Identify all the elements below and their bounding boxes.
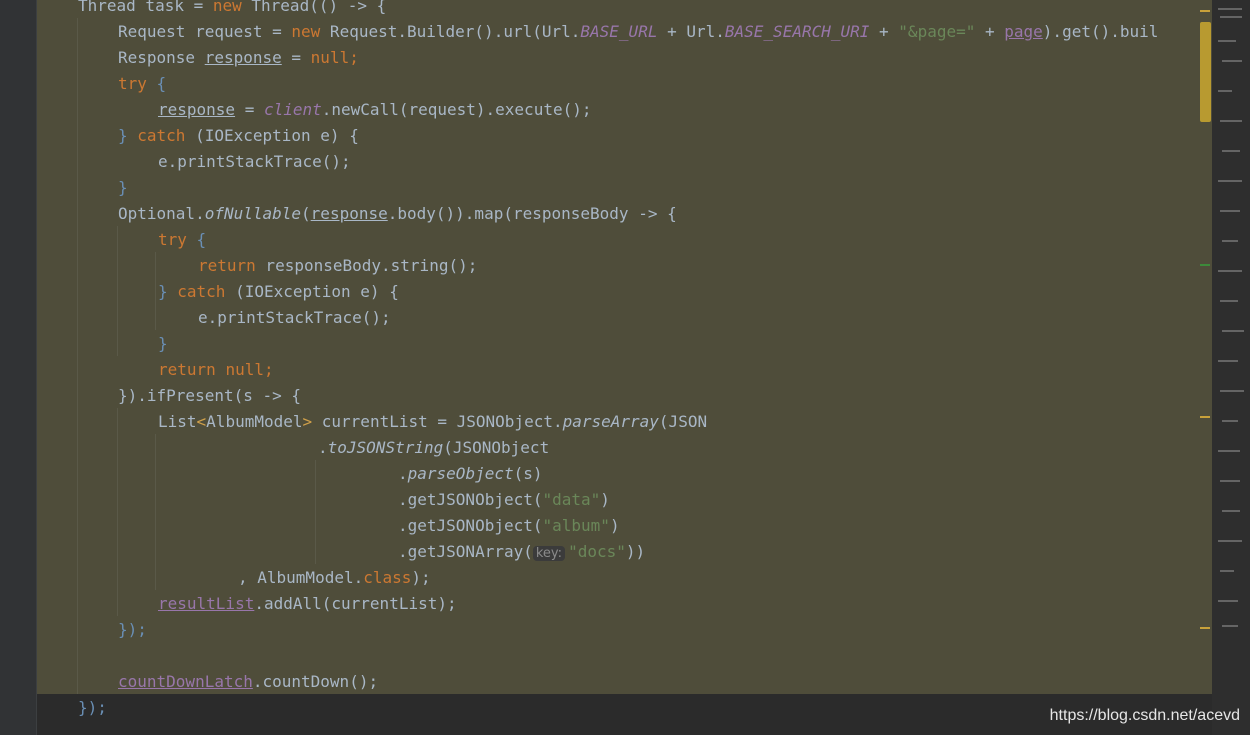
indent-guide bbox=[117, 226, 118, 356]
indent-guide bbox=[315, 460, 316, 564]
vertical-scrollbar-thumb[interactable] bbox=[1200, 22, 1211, 122]
code-line-request[interactable]: Request request = new Request.Builder().… bbox=[118, 19, 1158, 45]
warning-marker[interactable] bbox=[1200, 10, 1210, 12]
code-line-current-list[interactable]: List<AlbumModel> currentList = JSONObjec… bbox=[158, 409, 707, 435]
code-line-get-docs[interactable]: .getJSONArray(key: "docs")) bbox=[398, 539, 645, 565]
code-line-close-brace-inner[interactable]: } bbox=[158, 331, 168, 357]
code-line-if-present[interactable]: }).ifPresent(s -> { bbox=[118, 383, 301, 409]
code-line-add-all[interactable]: resultList.addAll(currentList); bbox=[158, 591, 457, 617]
line-number-gutter bbox=[0, 0, 36, 735]
indent-guide bbox=[155, 252, 156, 330]
change-marker[interactable] bbox=[1200, 264, 1210, 266]
code-line-close-lambda[interactable]: }); bbox=[118, 617, 147, 643]
code-line-print-stack[interactable]: e.printStackTrace(); bbox=[158, 149, 351, 175]
code-line-close-thread[interactable]: }); bbox=[78, 695, 107, 721]
code-line-return-string[interactable]: return responseBody.string(); bbox=[198, 253, 477, 279]
code-line-response-decl[interactable]: Response response = null; bbox=[118, 45, 359, 71]
code-line-try[interactable]: try { bbox=[118, 71, 166, 97]
indent-guide bbox=[117, 408, 118, 616]
indent-guide bbox=[77, 18, 78, 694]
code-line-catch-inner[interactable]: } catch (IOException e) { bbox=[158, 279, 399, 305]
indent-guide bbox=[155, 434, 156, 590]
watermark-text: https://blog.csdn.net/acevd bbox=[1049, 707, 1240, 724]
code-line-album-class[interactable]: ​, AlbumModel.class); bbox=[238, 565, 431, 591]
code-line-thread-task[interactable]: Thread task = new Thread(() -> { bbox=[78, 0, 386, 19]
code-line-optional[interactable]: Optional.ofNullable(response.body()).map… bbox=[118, 201, 677, 227]
code-line-catch[interactable]: } catch (IOException e) { bbox=[118, 123, 359, 149]
code-line-return-null[interactable]: return null; bbox=[158, 357, 274, 383]
code-line-print-stack-inner[interactable]: e.printStackTrace(); bbox=[198, 305, 391, 331]
parameter-hint: key: bbox=[532, 546, 566, 561]
code-line-close-brace[interactable]: } bbox=[118, 175, 128, 201]
code-line-get-data[interactable]: .getJSONObject("data") bbox=[398, 487, 610, 513]
code-line-execute[interactable]: response = client.newCall(request).execu… bbox=[158, 97, 591, 123]
code-line-parse-object[interactable]: .parseObject(s) bbox=[398, 461, 543, 487]
warning-marker[interactable] bbox=[1200, 627, 1210, 629]
code-line-get-album[interactable]: .getJSONObject("album") bbox=[398, 513, 620, 539]
warning-marker[interactable] bbox=[1200, 416, 1210, 418]
code-line-to-json-string[interactable]: .toJSONString(JSONObject bbox=[318, 435, 549, 461]
code-line-count-down[interactable]: countDownLatch.countDown(); bbox=[118, 669, 378, 695]
code-minimap[interactable] bbox=[1212, 0, 1250, 735]
code-line-try-inner[interactable]: try { bbox=[158, 227, 206, 253]
